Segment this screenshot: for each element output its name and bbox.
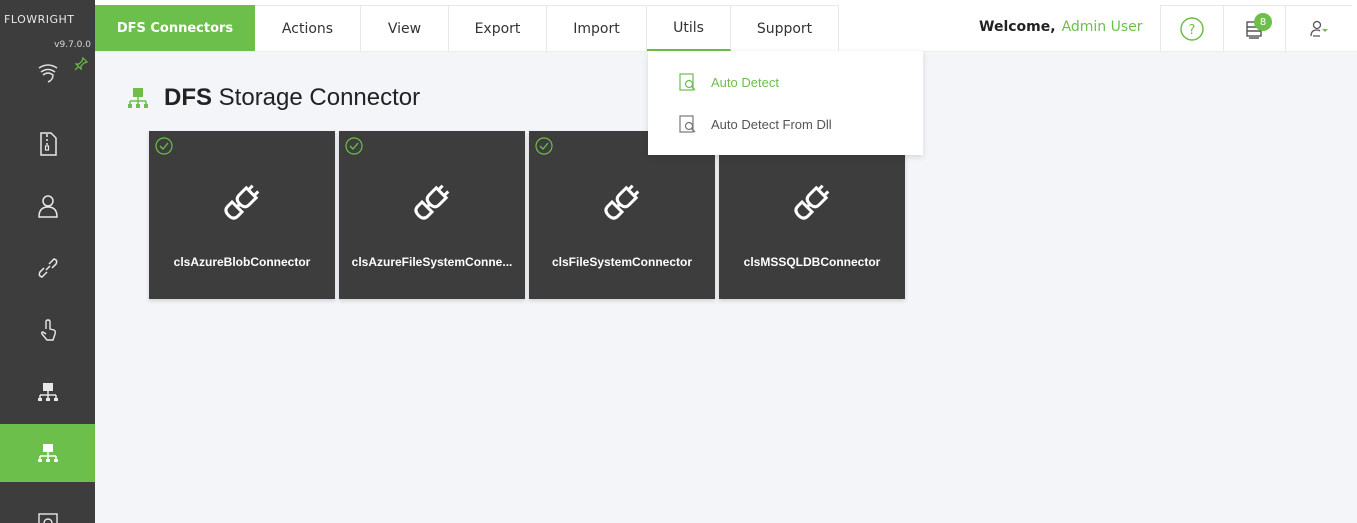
tab-view[interactable]: View xyxy=(361,5,449,51)
check-circle-icon xyxy=(345,137,363,155)
connector-card[interactable]: clsFileSystemConnector xyxy=(529,131,715,299)
notifications-button[interactable]: 8 xyxy=(1223,5,1285,51)
page-title-rest: Storage Connector xyxy=(212,84,421,111)
network-icon xyxy=(128,88,148,108)
sidebar: FLOWRIGHT v9.7.0.0 xyxy=(0,0,95,523)
svg-text:?: ? xyxy=(1189,23,1196,38)
connector-name: clsAzureBlobConnector xyxy=(173,255,311,269)
sidebar-item-users[interactable] xyxy=(0,177,95,235)
notification-badge: 8 xyxy=(1254,13,1272,31)
connector-name: clsAzureFileSystemConne... xyxy=(351,255,513,269)
user-name[interactable]: Admin User xyxy=(1062,19,1143,35)
plug-icon xyxy=(414,184,450,220)
help-button[interactable]: ? xyxy=(1160,5,1223,51)
gear-doc-icon xyxy=(37,513,58,523)
check-circle-icon xyxy=(535,137,553,155)
tab-dfs-connectors[interactable]: DFS Connectors xyxy=(95,5,255,51)
tab-actions[interactable]: Actions xyxy=(255,5,361,51)
menu-item-auto-detect-from-dll[interactable]: Auto Detect From Dll xyxy=(648,104,923,144)
welcome-label: Welcome, xyxy=(979,19,1056,35)
connector-name: clsFileSystemConnector xyxy=(551,255,693,269)
help-icon: ? xyxy=(1180,16,1204,41)
logo-text: FLOWRIGHT xyxy=(4,13,75,26)
utils-dropdown-menu: Auto Detect Auto Detect From Dll xyxy=(648,51,923,155)
connector-name: clsMSSQLDBConnector xyxy=(743,255,881,269)
link-icon xyxy=(38,258,57,278)
user-icon xyxy=(37,195,58,218)
plug-icon xyxy=(224,184,260,220)
logo: FLOWRIGHT v9.7.0.0 xyxy=(0,0,95,52)
tab-support[interactable]: Support xyxy=(731,5,839,51)
fingerprint-icon xyxy=(38,64,57,83)
page-title-bold: DFS xyxy=(164,84,212,111)
menu-item-auto-detect[interactable]: Auto Detect xyxy=(648,62,923,102)
sidebar-item-dfs-connectors[interactable] xyxy=(0,424,95,482)
tab-import[interactable]: Import xyxy=(547,5,647,51)
user-menu-button[interactable] xyxy=(1285,5,1352,51)
check-circle-icon xyxy=(155,137,173,155)
connector-card[interactable]: clsMSSQLDBConnector xyxy=(719,131,905,299)
touch-icon xyxy=(40,319,56,341)
zip-file-icon xyxy=(39,132,57,156)
tab-export[interactable]: Export xyxy=(449,5,547,51)
welcome-message: Welcome, Admin User xyxy=(979,19,1143,35)
version-label: v9.7.0.0 xyxy=(54,40,91,50)
plug-icon xyxy=(794,184,830,220)
document-search-icon xyxy=(679,73,696,91)
user-dropdown-icon xyxy=(1310,20,1328,37)
sidebar-item-monitor[interactable] xyxy=(0,56,95,106)
plug-icon xyxy=(604,184,640,220)
sidebar-item-network[interactable] xyxy=(0,363,95,421)
network-icon xyxy=(37,383,58,401)
menu-item-label: Auto Detect From Dll xyxy=(711,116,832,132)
network-icon xyxy=(37,444,58,462)
sidebar-item-settings[interactable] xyxy=(0,490,95,523)
menu-item-label: Auto Detect xyxy=(711,74,779,90)
connector-card[interactable]: clsAzureBlobConnector xyxy=(149,131,335,299)
document-search-icon xyxy=(679,115,696,133)
sidebar-item-documents[interactable] xyxy=(0,115,95,173)
connector-card[interactable]: clsAzureFileSystemConne... xyxy=(339,131,525,299)
page-title-text: DFS Storage Connector xyxy=(164,84,420,112)
tab-utils[interactable]: Utils xyxy=(647,5,731,51)
top-nav: DFS Connectors Actions View Export Impor… xyxy=(95,0,1357,52)
page-title: DFS Storage Connector xyxy=(124,84,420,112)
sidebar-item-touch[interactable] xyxy=(0,301,95,359)
sidebar-item-links[interactable] xyxy=(0,239,95,297)
